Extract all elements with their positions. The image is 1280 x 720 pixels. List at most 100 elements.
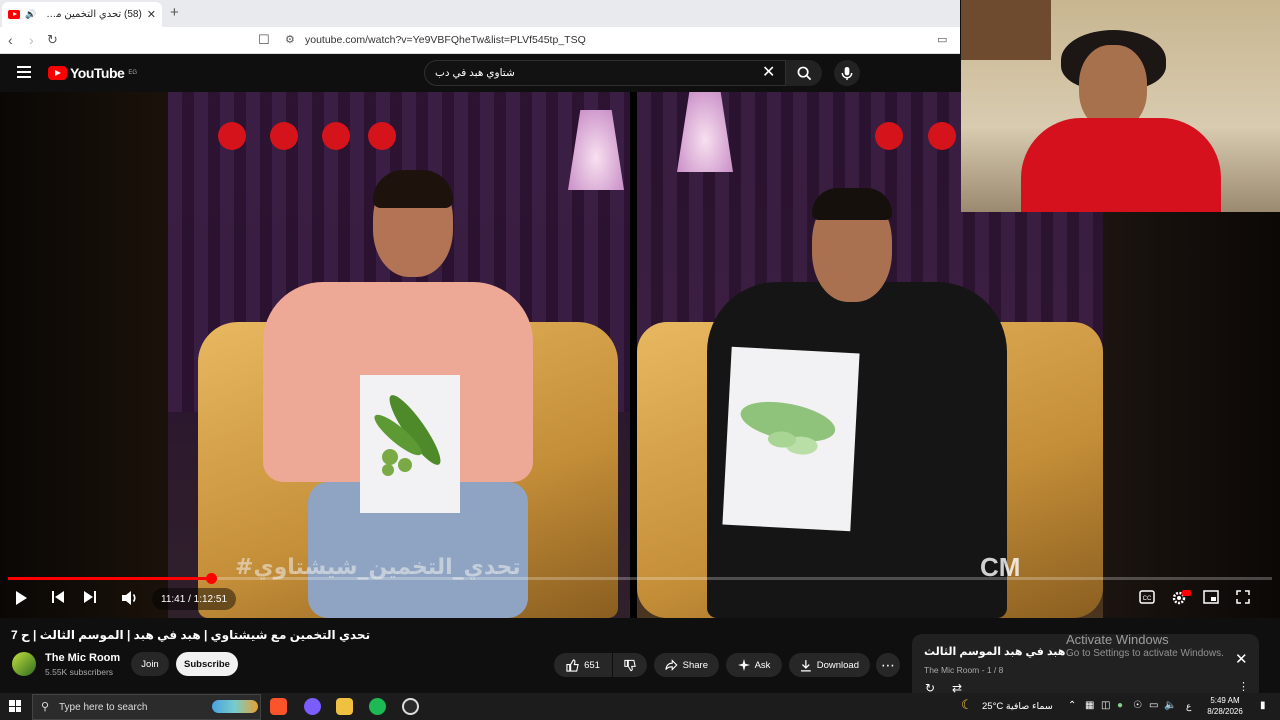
video-left-background <box>0 92 168 618</box>
dislike-button[interactable] <box>613 653 647 677</box>
more-actions-button[interactable]: ⋯ <box>876 653 900 677</box>
youtube-logo-icon <box>48 66 67 80</box>
app-icon[interactable] <box>304 698 321 715</box>
tray-chevron-icon[interactable]: ⌃ <box>1068 700 1076 711</box>
url-field[interactable]: youtube.com/watch?v=Ye9VBFQheTw&list=PLV… <box>305 34 586 46</box>
taskbar-search-icon: ⚲ <box>41 701 50 713</box>
video-scene-left <box>168 92 630 618</box>
okra-card <box>360 375 460 513</box>
bookmark-icon[interactable]: ☐ <box>258 32 270 48</box>
subscriber-count: 5.55K subscribers <box>45 667 114 677</box>
captions-icon: CC <box>1139 590 1155 604</box>
thumbs-up-icon <box>566 658 579 672</box>
share-button[interactable]: Share <box>654 653 719 677</box>
playlist-close-icon[interactable]: ✕ <box>1235 650 1248 668</box>
time-total: 1:12:51 <box>193 593 228 605</box>
voice-search-button[interactable] <box>834 60 860 86</box>
previous-button[interactable] <box>51 590 65 607</box>
clock-date: 8/28/2026 <box>1207 707 1243 716</box>
spotify-icon[interactable] <box>369 698 386 715</box>
channel-avatar[interactable] <box>12 652 36 676</box>
clear-search-icon[interactable]: ✕ <box>762 62 775 82</box>
progress-scrubber[interactable] <box>205 573 217 584</box>
miniplayer-button[interactable] <box>1203 590 1219 607</box>
join-label: Join <box>141 658 159 670</box>
taskbar-clock[interactable]: 5:49 AM 8/28/2026 <box>1200 695 1250 717</box>
tray-status-icon[interactable]: ● <box>1117 700 1123 711</box>
webcam-overlay <box>961 0 1280 212</box>
download-icon <box>800 659 811 672</box>
language-indicator[interactable]: ع <box>1186 701 1191 712</box>
download-button[interactable]: Download <box>789 653 870 677</box>
cast-icon[interactable]: ▭ <box>937 33 947 46</box>
share-label: Share <box>682 659 708 671</box>
webcam-window-frame <box>961 0 1051 60</box>
play-button[interactable] <box>14 590 28 609</box>
time-current: 11:41 <box>161 593 186 605</box>
download-label: Download <box>816 659 859 671</box>
video-title: تحدي التخمين مع شيشتاوي | هبد في هبد | ا… <box>11 628 371 642</box>
subscribe-label: Subscribe <box>184 658 230 670</box>
next-button[interactable] <box>83 590 97 607</box>
windows-start-icon[interactable] <box>9 700 21 712</box>
notifications-icon[interactable]: ▮ <box>1260 700 1266 711</box>
site-info-icon[interactable]: ⚙ <box>285 33 295 46</box>
obs-icon[interactable] <box>402 698 419 715</box>
back-icon[interactable]: ‹ <box>8 32 13 48</box>
weather-text[interactable]: 25°C سماء صافية <box>982 701 1053 712</box>
channel-name[interactable]: The Mic Room <box>45 652 120 664</box>
forward-icon[interactable]: › <box>29 32 34 48</box>
activate-windows-subtitle: Go to Settings to activate Windows. <box>1066 648 1224 659</box>
address-bar: ‹ › ↻ ☐ ⚙ youtube.com/watch?v=Ye9VBFQheT… <box>0 27 960 54</box>
search-value: شتاوي هبد في دب <box>435 67 515 79</box>
clock-time: 5:49 AM <box>1210 696 1240 705</box>
speaker-tray-icon[interactable]: 🔈 <box>1164 700 1176 711</box>
tray-app-icon[interactable]: ▦ <box>1085 700 1094 711</box>
youtube-favicon-icon <box>8 10 20 19</box>
play-icon <box>16 591 27 605</box>
activate-windows-title: Activate Windows <box>1066 632 1169 647</box>
ask-button[interactable]: Ask <box>726 653 782 677</box>
zucchini-card <box>722 346 860 532</box>
reload-icon[interactable]: ↻ <box>47 32 58 48</box>
thumbs-down-icon <box>624 659 636 671</box>
time-display: 11:41 / 1:12:51 <box>152 588 237 610</box>
time-separator: / <box>188 593 191 605</box>
playlist-title[interactable]: هبد في هبد الموسم الثالث <box>924 645 1065 658</box>
like-count: 651 <box>584 659 600 671</box>
battery-icon[interactable]: ▭ <box>1149 700 1158 711</box>
taskbar-search-placeholder: Type here to search <box>59 701 148 713</box>
speaker-icon[interactable]: 🔊 <box>25 9 36 20</box>
moon-weather-icon: ☾ <box>961 697 973 712</box>
hd-badge <box>1182 590 1191 596</box>
tab-close-icon[interactable]: ✕ <box>147 8 156 21</box>
playlist-meta: The Mic Room - 1 / 8 <box>924 665 1004 675</box>
brave-browser-icon[interactable] <box>270 698 287 715</box>
fullscreen-icon <box>1236 590 1250 604</box>
new-tab-button[interactable]: + <box>170 4 179 21</box>
youtube-logo[interactable]: YouTube EG <box>48 65 137 81</box>
menu-icon[interactable] <box>17 66 31 81</box>
playlist-more-icon[interactable]: ⋮ <box>1238 680 1249 693</box>
volume-button[interactable] <box>121 590 139 609</box>
captions-button[interactable]: CC <box>1139 590 1155 607</box>
fullscreen-button[interactable] <box>1236 590 1250 607</box>
browser-tab[interactable]: 🔊 (58) تحدي التخمين مع شيشتاوي | هبد في … <box>2 2 162 27</box>
logo-text: YouTube <box>70 65 125 81</box>
browser-tab-bar: 🔊 (58) تحدي التخمين مع شيشتاوي | هبد في … <box>0 0 960 27</box>
progress-played <box>8 577 211 580</box>
subscribe-button[interactable]: Subscribe <box>176 652 238 676</box>
next-icon <box>84 591 96 603</box>
join-button[interactable]: Join <box>131 652 169 676</box>
network-icon[interactable]: ◫ <box>1101 700 1110 711</box>
share-icon <box>665 659 678 671</box>
tab-title: (58) تحدي التخمين مع شيشتاوي | هبد في هب… <box>41 9 142 20</box>
file-explorer-icon[interactable] <box>336 698 353 715</box>
search-icon <box>797 66 811 80</box>
search-input[interactable]: شتاوي هبد في دب <box>424 60 786 86</box>
search-button[interactable] <box>786 60 822 86</box>
search-highlights-icon[interactable] <box>212 700 258 713</box>
microphone-tray-icon[interactable]: ☉ <box>1133 700 1142 711</box>
like-button[interactable]: 651 <box>554 653 612 677</box>
miniplayer-icon <box>1203 590 1219 604</box>
